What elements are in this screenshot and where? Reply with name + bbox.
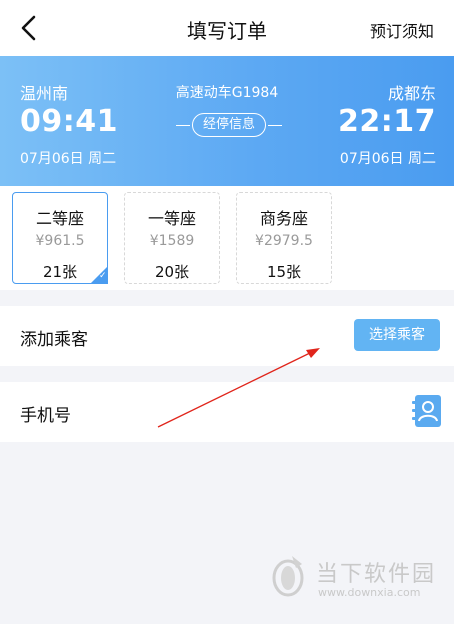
contact-book-icon[interactable] <box>412 395 442 427</box>
seat-price: ¥961.5 <box>35 233 85 249</box>
stops-info-label: 经停信息 <box>192 113 266 137</box>
seat-name: 一等座 <box>147 209 196 228</box>
departure-date: 07月06日 周二 <box>20 151 117 167</box>
seat-name: 二等座 <box>35 209 84 228</box>
arrival-time: 22:17 <box>338 104 436 139</box>
stops-info-button[interactable]: 经停信息 <box>176 113 282 139</box>
seat-name: 商务座 <box>259 209 308 228</box>
watermark: 当下软件园 www.downxia.com <box>268 554 438 604</box>
seat-count: 20张 <box>154 263 190 281</box>
booking-notice-link[interactable]: 预订须知 <box>370 18 434 42</box>
seat-option-first-class[interactable]: 一等座 ¥1589 20张 <box>124 192 220 284</box>
seat-count: 15张 <box>266 263 302 281</box>
selected-check-icon: ✓ <box>90 266 108 284</box>
watermark-name: 当下软件园 <box>316 562 437 587</box>
arrival-date: 07月06日 周二 <box>339 151 436 167</box>
add-passenger-row: 添加乘客 选择乘客 <box>0 306 454 366</box>
top-bar: 填写订单 预订须知 <box>0 0 454 56</box>
watermark-url: www.downxia.com <box>318 586 421 599</box>
choose-passenger-button[interactable]: 选择乘客 <box>354 319 440 351</box>
departure-time: 09:41 <box>20 104 118 139</box>
divider-line <box>176 125 190 126</box>
seat-options: 二等座 ¥961.5 21张 ✓ 一等座 ¥1589 20张 商务座 ¥2979… <box>0 186 454 290</box>
divider-line <box>268 125 282 126</box>
seat-option-second-class[interactable]: 二等座 ¥961.5 21张 ✓ <box>12 192 108 284</box>
train-number: 高速动车G1984 <box>175 85 279 101</box>
seat-price: ¥1589 <box>149 233 195 249</box>
train-info-banner: 温州南 成都东 高速动车G1984 09:41 22:17 经停信息 07月06… <box>0 56 454 186</box>
watermark-logo-icon <box>272 556 304 597</box>
add-passenger-label: 添加乘客 <box>20 330 88 350</box>
phone-number-label: 手机号 <box>20 406 71 426</box>
seat-option-business-class[interactable]: 商务座 ¥2979.5 15张 <box>236 192 332 284</box>
seat-price: ¥2979.5 <box>255 233 313 249</box>
phone-number-row[interactable]: 手机号 <box>0 382 454 442</box>
